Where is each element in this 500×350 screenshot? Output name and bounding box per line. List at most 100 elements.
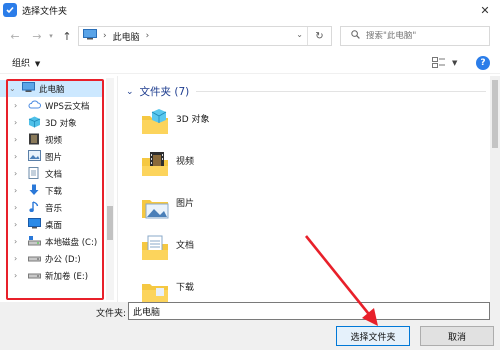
nav-pane-scrollbar[interactable] <box>106 78 114 300</box>
content-pane-scroll-thumb[interactable] <box>492 80 498 148</box>
content-pane-scrollbar[interactable] <box>490 76 500 302</box>
tree-item-label: 本地磁盘 (C:) <box>45 238 98 248</box>
search-icon <box>351 30 360 42</box>
tree-item-label: 3D 对象 <box>45 119 77 129</box>
video-icon <box>28 133 41 145</box>
organize-menu[interactable]: 组织 ▼ <box>12 56 40 69</box>
folder-item-pictures[interactable]: 图片 <box>140 190 340 230</box>
tree-item-local-disk-c[interactable]: › 本地磁盘 (C:) <box>0 233 104 250</box>
address-dropdown-icon[interactable]: ⌄ <box>296 30 303 39</box>
drive-icon <box>28 269 41 281</box>
tree-item-label: WPS云文档 <box>45 102 90 112</box>
up-button[interactable]: ↑ <box>60 26 74 46</box>
tree-item-documents[interactable]: › 文档 <box>0 165 104 182</box>
nav-pane-scroll-thumb[interactable] <box>107 206 113 240</box>
tree-item-label: 办公 (D:) <box>45 255 81 265</box>
collapse-chevron-icon[interactable]: › <box>14 237 17 246</box>
tree-item-label: 视频 <box>45 136 63 146</box>
tree-item-drive-e[interactable]: › 新加卷 (E:) <box>0 267 104 284</box>
navigation-row: ← → ▾ ↑ › 此电脑 › ⌄ ↻ <box>0 22 500 50</box>
forward-button[interactable]: → <box>30 26 44 46</box>
refresh-button[interactable]: ↻ <box>307 27 331 45</box>
search-box[interactable] <box>340 26 490 46</box>
folder-item-3d-objects[interactable]: 3D 对象 <box>140 106 340 146</box>
back-button[interactable]: ← <box>8 26 22 46</box>
folder-label: 下载 <box>176 283 195 293</box>
folders-group-header[interactable]: ⌄ 文件夹 (7) <box>126 84 189 99</box>
tree-item-label: 桌面 <box>45 221 63 231</box>
details-view-icon <box>432 57 445 68</box>
tree-item-pictures[interactable]: › 图片 <box>0 148 104 165</box>
tree-item-desktop[interactable]: › 桌面 <box>0 216 104 233</box>
collapse-chevron-icon[interactable]: › <box>14 152 17 161</box>
search-input[interactable] <box>366 31 476 41</box>
downloads-icon <box>28 184 41 196</box>
close-button[interactable]: ✕ <box>470 0 500 20</box>
folder-label: 文档 <box>176 241 195 251</box>
local-disk-icon <box>28 235 41 247</box>
app-check-icon <box>3 3 17 17</box>
tree-item-label: 文档 <box>45 170 63 180</box>
documents-icon <box>28 167 41 179</box>
organize-caret-icon: ▼ <box>34 60 41 68</box>
view-caret-icon[interactable]: ▼ <box>452 59 457 67</box>
tree-item-videos[interactable]: › 视频 <box>0 131 104 148</box>
group-divider <box>196 91 486 92</box>
drive-icon <box>28 252 41 264</box>
folder-item-videos[interactable]: 视频 <box>140 148 340 188</box>
video-folder-icon <box>140 148 172 180</box>
3d-folder-icon <box>140 106 172 138</box>
tree-item-label: 音乐 <box>45 204 63 214</box>
tree-item-downloads[interactable]: › 下载 <box>0 182 104 199</box>
folder-label: 图片 <box>176 199 195 209</box>
collapse-chevron-icon[interactable]: › <box>14 271 17 280</box>
computer-icon <box>83 29 97 43</box>
folder-item-documents[interactable]: 文档 <box>140 232 340 272</box>
collapse-chevron-icon[interactable]: › <box>14 135 17 144</box>
music-icon <box>28 201 41 213</box>
up-arrow-icon: ↑ <box>62 29 72 43</box>
command-toolbar: 组织 ▼ ▼ ? <box>0 52 500 74</box>
tree-item-label: 新加卷 (E:) <box>45 272 89 282</box>
tree-item-wps-cloud[interactable]: › WPS云文档 <box>0 97 104 114</box>
folder-name-input[interactable] <box>128 302 490 320</box>
cancel-button[interactable]: 取消 <box>420 326 494 346</box>
collapse-chevron-icon[interactable]: › <box>14 118 17 127</box>
group-collapse-chevron-icon[interactable]: ⌄ <box>126 87 134 97</box>
collapse-chevron-icon[interactable]: › <box>14 169 17 178</box>
collapse-chevron-icon[interactable]: › <box>14 203 17 212</box>
collapse-chevron-icon[interactable]: › <box>14 186 17 195</box>
help-icon: ? <box>480 58 486 68</box>
tree-item-music[interactable]: › 音乐 <box>0 199 104 216</box>
collapse-chevron-icon[interactable]: › <box>14 101 17 110</box>
expand-chevron-icon[interactable]: ⌄ <box>9 84 16 93</box>
cloud-icon <box>28 99 41 111</box>
folder-picker-dialog: 选择文件夹 ✕ ← → ▾ ↑ › 此电脑 › ⌄ ↻ 搜索"此电脑" 组织 ▼… <box>0 0 500 350</box>
back-arrow-icon: ← <box>10 29 20 43</box>
collapse-chevron-icon[interactable]: › <box>14 220 17 229</box>
organize-label: 组织 <box>12 59 31 69</box>
help-button[interactable]: ? <box>476 56 490 70</box>
refresh-icon: ↻ <box>315 30 324 42</box>
breadcrumb-this-pc[interactable]: 此电脑 <box>113 30 140 43</box>
tree-item-this-pc[interactable]: ⌄ 此电脑 <box>0 80 104 97</box>
3d-objects-icon <box>28 116 41 128</box>
select-folder-button[interactable]: 选择文件夹 <box>336 326 410 346</box>
close-icon: ✕ <box>480 3 490 17</box>
collapse-chevron-icon[interactable]: › <box>14 254 17 263</box>
recent-locations-button[interactable]: ▾ <box>44 26 58 46</box>
desktop-icon <box>28 218 41 230</box>
forward-arrow-icon: → <box>32 29 42 43</box>
tree-item-drive-d[interactable]: › 办公 (D:) <box>0 250 104 267</box>
breadcrumb-chevron-icon[interactable]: › <box>146 31 150 41</box>
folder-label: 3D 对象 <box>176 115 210 125</box>
address-bar[interactable]: › 此电脑 › ⌄ ↻ <box>78 26 332 46</box>
tree-item-label: 图片 <box>45 153 63 163</box>
computer-icon <box>22 82 35 94</box>
tree-item-label: 下载 <box>45 187 63 197</box>
folder-name-label: 文件夹: <box>96 309 127 319</box>
view-options-button[interactable]: ▼ <box>432 56 462 70</box>
tree-item-3d-objects[interactable]: › 3D 对象 <box>0 114 104 131</box>
folders-group-label: 文件夹 (7) <box>139 86 190 98</box>
folder-label: 视频 <box>176 157 195 167</box>
